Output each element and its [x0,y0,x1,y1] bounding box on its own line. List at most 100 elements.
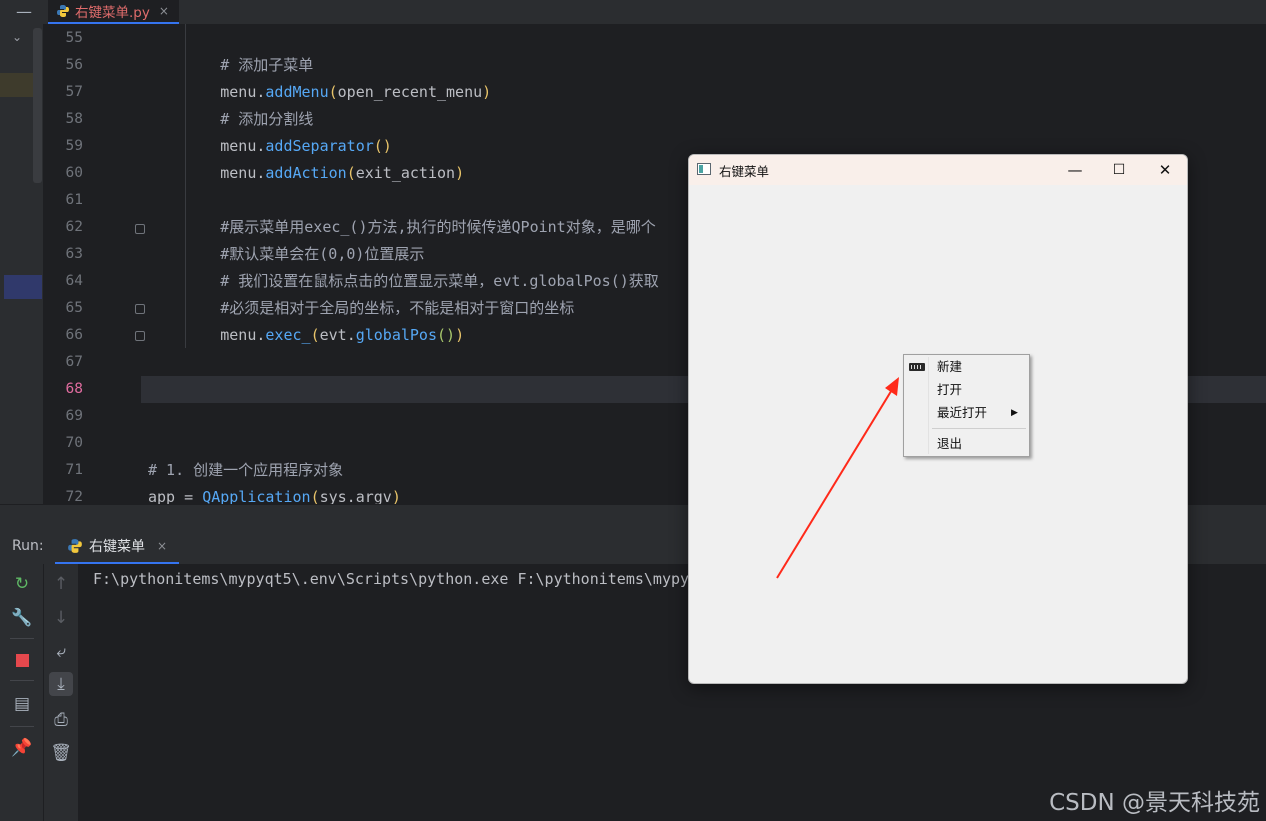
code-token: exec_ [265,326,311,344]
arrow-up-icon[interactable]: ↑ [49,572,73,596]
keyboard-icon [909,363,925,371]
code-text: # 我们设置在鼠标点击的位置显示菜单，evt.globalPos()获取 [148,268,659,295]
code-token: #展示菜单用exec_()方法,执行的时候传递QPoint对象，是哪个 [148,218,656,236]
fold-marker[interactable] [135,304,145,314]
code-text: menu.addSeparator() [148,133,392,160]
close-tab-icon[interactable]: × [159,4,169,18]
editor-tab-file[interactable]: 右键菜单.py × [48,0,179,24]
code-line[interactable]: 57 menu.addMenu(open_recent_menu) [43,79,1266,106]
code-token: ( [310,326,320,344]
code-token: #必须是相对于全局的坐标，不能是相对于窗口的坐标 [148,299,575,317]
close-run-tab-icon[interactable]: × [157,539,167,553]
code-token: addSeparator [265,137,374,155]
code-token: menu. [148,83,266,101]
code-token: ) [455,164,465,182]
scroll-to-end-icon[interactable]: ⤓ [49,672,73,696]
line-number[interactable]: 56 [43,52,83,79]
code-token: ) [482,83,492,101]
line-number[interactable]: 60 [43,160,83,187]
fold-marker[interactable] [135,224,145,234]
code-token: () [437,326,456,344]
menu-separator [932,428,1026,429]
code-token: # 我们设置在鼠标点击的位置显示菜单，evt.globalPos()获取 [148,272,659,290]
line-number[interactable]: 68 [43,376,83,403]
window-app-icon [697,163,711,175]
line-number[interactable]: 57 [43,79,83,106]
submenu-arrow-icon: ▶ [1011,408,1018,418]
line-number[interactable]: 62 [43,214,83,241]
code-text: menu.addAction(exit_action) [148,160,464,187]
line-number[interactable]: 66 [43,322,83,349]
code-text: #展示菜单用exec_()方法,执行的时候传递QPoint对象，是哪个 [148,214,656,241]
tree-scrollbar[interactable] [33,28,42,183]
code-text: #必须是相对于全局的坐标，不能是相对于窗口的坐标 [148,295,574,322]
code-token: addMenu [265,83,329,101]
menu-item-exit[interactable]: 退出 [904,433,1029,455]
tree-highlight [0,73,34,97]
menu-item-label: 最近打开 [937,405,988,420]
rerun-icon[interactable]: ↻ [10,572,34,596]
fold-marker[interactable] [135,331,145,341]
chevron-down-icon[interactable]: ⌄ [12,30,22,44]
menu-item-new[interactable]: 新建 [904,356,1029,378]
code-token: menu. [148,326,266,344]
code-token: app = [148,488,203,504]
line-number[interactable]: 69 [43,403,83,430]
line-number[interactable]: 71 [43,457,83,484]
soft-wrap-icon[interactable]: ⤶ [49,640,73,664]
code-token: . [346,326,356,344]
code-text: # 添加分割线 [148,106,313,133]
run-toolbar-primary: ↻ 🔧 ▤ 📌 [0,564,43,821]
code-line[interactable]: 58 # 添加分割线 [43,106,1266,133]
collapse-icon[interactable]: — [16,2,32,21]
line-number[interactable]: 65 [43,295,83,322]
menu-item-label: 新建 [937,359,963,374]
layout-icon[interactable]: ▤ [10,692,34,716]
run-tab[interactable]: 右键菜单 × [55,530,179,564]
code-token: evt [319,326,347,344]
code-line[interactable]: 55 [43,25,1266,52]
project-tree-pane: ⌄ › ⌄ ⌄ [0,24,43,504]
line-number[interactable]: 64 [43,268,83,295]
stop-icon[interactable] [10,648,34,672]
trash-icon[interactable]: 🗑 [49,741,73,765]
code-token: ( [310,488,320,504]
context-menu: 新建 打开 最近打开 ▶ 退出 [903,354,1030,457]
window-titlebar[interactable]: 右键菜单 — ☐ ✕ [689,155,1187,185]
line-number[interactable]: 61 [43,187,83,214]
pin-icon[interactable]: 📌 [10,736,34,760]
minimize-button[interactable]: — [1053,155,1097,185]
run-label: Run: [12,538,44,554]
maximize-button[interactable]: ☐ [1097,155,1141,185]
window-title: 右键菜单 [719,164,770,179]
code-text: app = QApplication(sys.argv) [148,484,401,504]
print-icon[interactable]: ⎙ [49,708,73,732]
arrow-down-icon[interactable]: ↓ [49,606,73,630]
wrench-icon[interactable]: 🔧 [10,606,34,630]
line-number[interactable]: 70 [43,430,83,457]
tree-selected-item[interactable] [4,275,42,299]
code-token: # 添加子菜单 [148,56,314,74]
line-number[interactable]: 67 [43,349,83,376]
menu-item-recent[interactable]: 最近打开 ▶ [904,402,1029,424]
code-text: #默认菜单会在(0,0)位置展示 [148,241,424,268]
code-text: # 添加子菜单 [148,52,313,79]
line-number[interactable]: 55 [43,25,83,52]
menu-item-label: 打开 [937,382,963,397]
line-number[interactable]: 59 [43,133,83,160]
line-number[interactable]: 72 [43,484,83,504]
code-line[interactable]: 56 # 添加子菜单 [43,52,1266,79]
run-toolbar-secondary: ↑ ↓ ⤶ ⤓ ⎙ 🗑 [43,564,79,821]
close-window-button[interactable]: ✕ [1143,155,1187,185]
menu-item-open[interactable]: 打开 [904,379,1029,401]
tab-file-name: 右键菜单.py [75,5,150,21]
line-number[interactable]: 58 [43,106,83,133]
code-token: () [373,137,392,155]
code-token: globalPos [355,326,437,344]
python-icon [68,539,82,553]
toolbar-divider [10,680,34,681]
line-number[interactable]: 63 [43,241,83,268]
toolbar-divider [10,726,34,727]
code-token: sys.argv [319,488,392,504]
code-token: menu. [148,137,266,155]
